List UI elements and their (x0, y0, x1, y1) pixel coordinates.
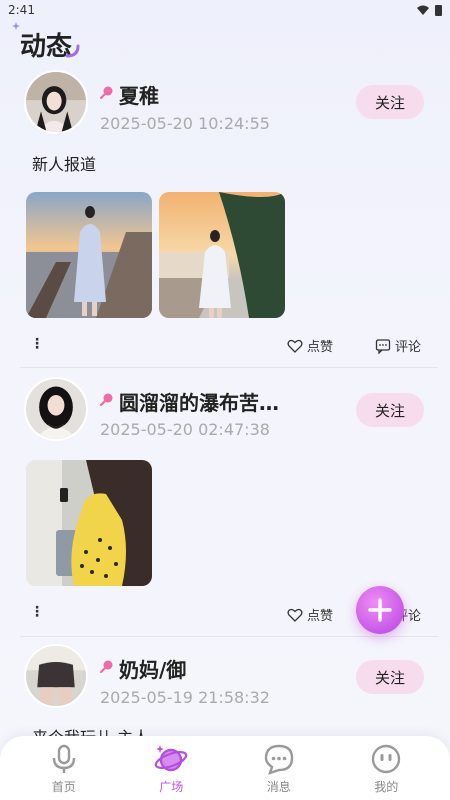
tab-label: 消息 (266, 780, 291, 794)
status-bar: 2:41 (0, 0, 450, 20)
sparkle-icon (12, 22, 20, 30)
more-options-icon[interactable]: ⋮ (30, 604, 44, 620)
plus-icon (368, 598, 392, 622)
post-photo[interactable] (26, 192, 152, 318)
chat-bubble-icon (264, 744, 293, 775)
tab-label: 我的 (374, 780, 399, 794)
username[interactable]: 夏稚 (119, 80, 159, 109)
battery-icon (435, 4, 442, 16)
tab-label: 广场 (159, 780, 184, 794)
post-timestamp: 2025-05-20 10:24:55 (100, 114, 270, 133)
tab-square[interactable]: 广场 (141, 742, 201, 795)
post-photo[interactable] (159, 192, 285, 318)
follow-button[interactable]: 关注 (356, 660, 424, 694)
bottom-tab-bar: 首页 广场 消息 我的 (0, 736, 450, 800)
follow-button[interactable]: 关注 (356, 85, 424, 119)
like-button[interactable]: 点赞 (287, 605, 333, 624)
swoosh-decoration-icon (65, 44, 80, 58)
divider (20, 367, 438, 368)
female-gender-icon (100, 86, 113, 99)
avatar[interactable] (24, 70, 88, 134)
post-text: 新人报道 (32, 155, 97, 174)
comment-label: 评论 (395, 340, 422, 355)
comment-icon (375, 338, 391, 354)
tab-home[interactable]: 首页 (34, 742, 94, 795)
like-label: 点赞 (307, 609, 334, 624)
avatar[interactable] (24, 377, 88, 441)
avatar[interactable] (24, 644, 88, 708)
comment-button[interactable]: 评论 (375, 336, 421, 355)
mic-icon (52, 744, 75, 773)
username[interactable]: 奶妈/御 (119, 654, 186, 683)
tab-messages[interactable]: 消息 (249, 742, 309, 795)
heart-icon (287, 608, 303, 622)
like-label: 点赞 (307, 340, 334, 355)
more-options-icon[interactable]: ⋮ (30, 336, 44, 352)
post-photo[interactable] (26, 460, 152, 586)
female-gender-icon (100, 660, 113, 673)
planet-icon (154, 745, 188, 772)
like-button[interactable]: 点赞 (287, 336, 333, 355)
status-time: 2:41 (8, 3, 35, 17)
tab-label: 首页 (51, 780, 76, 794)
divider (20, 636, 438, 637)
follow-button[interactable]: 关注 (356, 393, 424, 427)
heart-icon (287, 339, 303, 353)
face-icon (372, 744, 401, 774)
username[interactable]: 圆溜溜的瀑布苦… (119, 387, 279, 416)
wifi-icon (417, 5, 429, 15)
tab-profile[interactable]: 我的 (356, 742, 416, 795)
post-timestamp: 2025-05-20 02:47:38 (100, 420, 270, 439)
female-gender-icon (100, 393, 113, 406)
post-timestamp: 2025-05-19 21:58:32 (100, 688, 270, 707)
create-post-button[interactable] (356, 586, 404, 634)
